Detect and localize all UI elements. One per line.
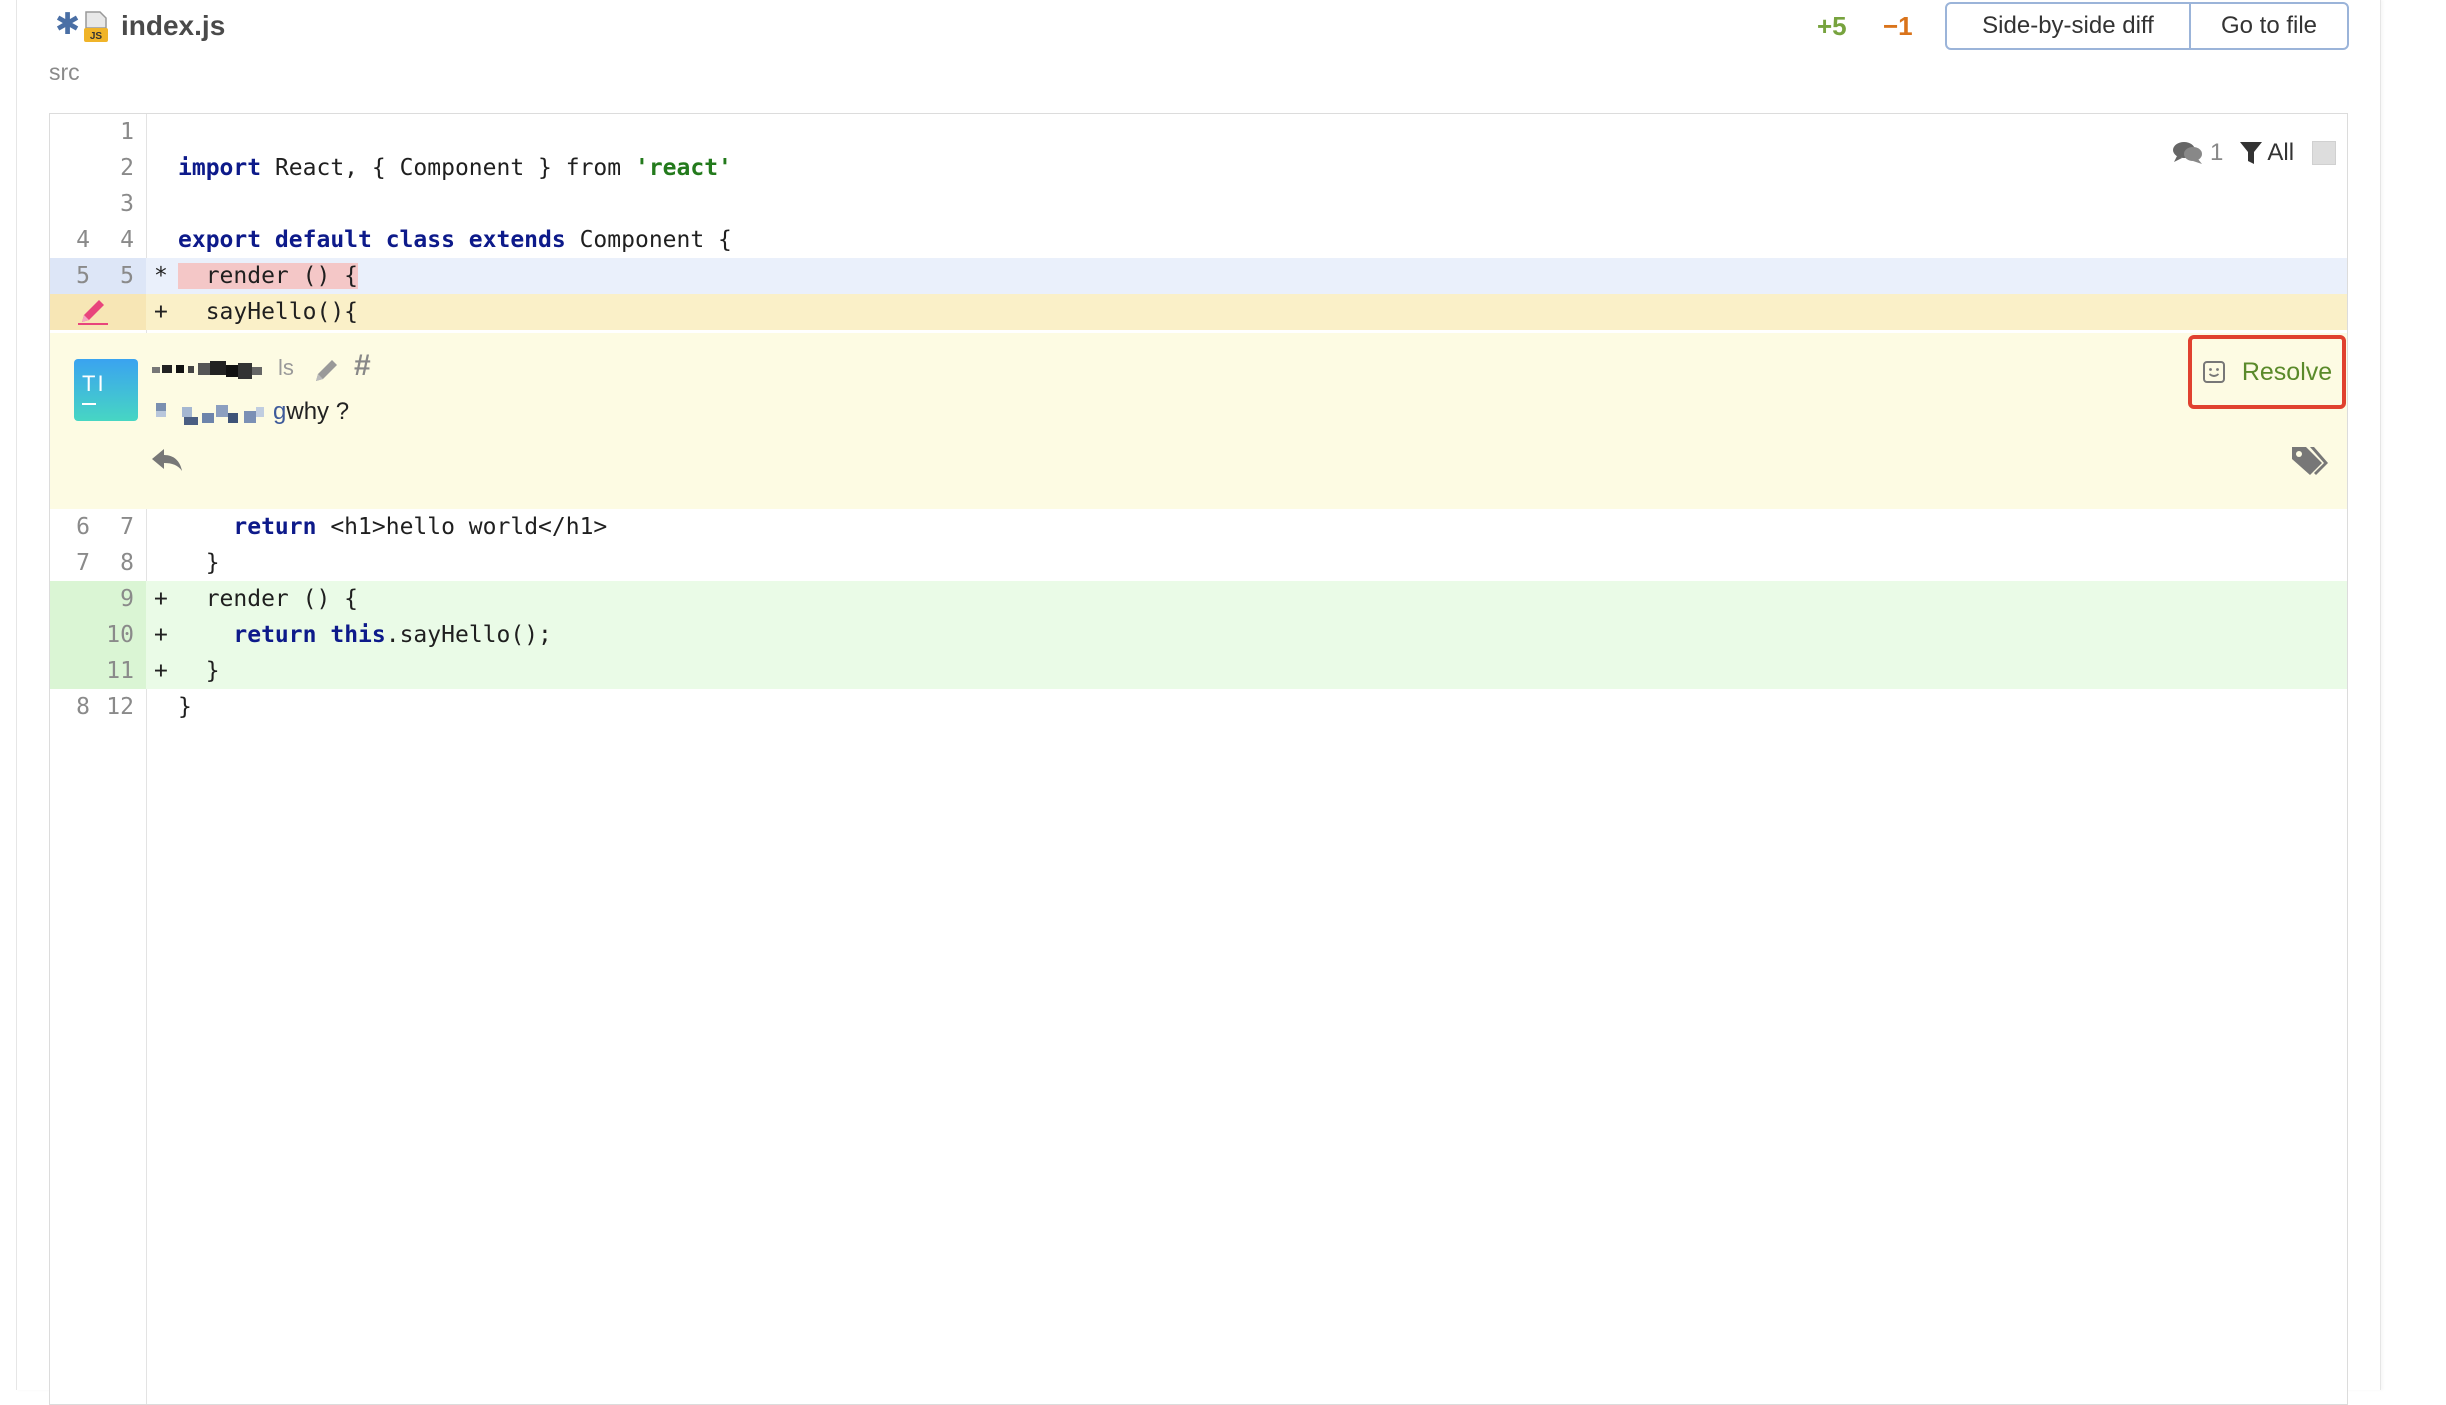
code-content: import React, { Component } from 'react' [178, 150, 732, 186]
new-line-number: 9 [120, 586, 134, 612]
code-content: return this.sayHello(); [178, 617, 552, 653]
new-line-number: 7 [120, 514, 134, 540]
pencil-icon[interactable] [78, 298, 110, 326]
diff-line: 3 [50, 186, 2347, 222]
permalink-hash-icon[interactable]: # [354, 349, 371, 383]
old-line-number: 7 [76, 550, 90, 576]
comment-text: why ? [286, 398, 350, 425]
diff-marker: + [154, 299, 168, 325]
diff-line-commented: + sayHello(){ [50, 294, 2347, 330]
diff-line: 4 4 export default class extends Compone… [50, 222, 2347, 258]
diff-line-added: 9 + render () { [50, 581, 2347, 617]
new-line-number: 12 [106, 694, 134, 720]
old-line-number: 8 [76, 694, 90, 720]
new-line-number: 11 [106, 658, 134, 684]
keyword: import [178, 155, 262, 181]
diff-line: 1 [50, 114, 2347, 150]
keyword: this [330, 622, 386, 648]
diff-line: 7 8 } [50, 545, 2347, 581]
deletions-count: −1 [1883, 11, 1913, 41]
diff-marker: * [154, 263, 168, 289]
new-line-number: 1 [120, 119, 134, 145]
svg-text:JS: JS [90, 31, 103, 42]
edit-pencil-icon[interactable] [312, 355, 342, 385]
diff-marker: + [154, 658, 168, 684]
file-diff-panel: ✱ JS index.js src +5 −1 Side-by-side dif… [16, 0, 2381, 1405]
code-text: Component { [565, 227, 732, 253]
author-name-redacted [152, 361, 262, 379]
code-content: render () { [178, 586, 359, 612]
diff-line-modified: 5 5 * render () { [50, 258, 2347, 294]
smiley-icon [2202, 361, 2225, 383]
diff-marker: + [154, 586, 168, 612]
new-line-number: 10 [106, 622, 134, 648]
new-line-number: 5 [94, 258, 134, 294]
code-text: .sayHello(); [385, 622, 552, 648]
new-line-number: 4 [120, 227, 134, 253]
new-line-number: 8 [120, 550, 134, 576]
additions-count: +5 [1817, 11, 1847, 41]
comment-body: g why ? [154, 395, 349, 429]
code-content: render () { [178, 258, 359, 294]
old-line-number: 5 [50, 258, 90, 294]
avatar[interactable]: TI [74, 359, 138, 421]
diff-view: 1 All 1 2 import React, { Component } fr… [49, 113, 2348, 1405]
tag-icon[interactable] [2290, 443, 2328, 477]
diff-line: 6 7 return <h1>hello world</h1> [50, 509, 2347, 545]
js-file-icon: JS [84, 11, 108, 42]
comment-thread: TI ls # g why ? Resolve [50, 333, 2347, 509]
view-button-group: Side-by-side diff Go to file [1945, 2, 2349, 50]
file-name[interactable]: index.js [121, 9, 225, 43]
keyword: return [233, 514, 317, 540]
diff-marker: + [154, 622, 168, 648]
diff-line: 2 import React, { Component } from 'reac… [50, 150, 2347, 186]
go-to-file-button[interactable]: Go to file [2191, 4, 2347, 48]
code-text: React, { Component } from [261, 155, 635, 181]
file-directory: src [49, 59, 80, 85]
side-by-side-diff-button[interactable]: Side-by-side diff [1947, 4, 2191, 48]
code-content: return <h1>hello world</h1> [178, 509, 607, 545]
deleted-highlight: render () { [178, 263, 359, 289]
diff-line-added: 11 + } [50, 653, 2347, 689]
file-header: ✱ JS index.js src +5 −1 Side-by-side dif… [17, 0, 2380, 100]
redacted-text [156, 403, 264, 425]
code-content: } [178, 694, 192, 720]
new-line-number: 2 [120, 155, 134, 181]
diff-line-added: 10 + return this.sayHello(); [50, 617, 2347, 653]
comment-time: ls [278, 355, 294, 380]
modified-asterisk-icon: ✱ [55, 8, 81, 41]
string-literal: 'react' [634, 155, 732, 181]
code-content: sayHello(){ [178, 299, 359, 325]
avatar-underline [82, 403, 96, 405]
comment-link-tail[interactable]: g [273, 398, 286, 426]
avatar-initials: TI [82, 371, 106, 396]
code-text: <h1>hello world</h1> [316, 514, 608, 540]
keyword: export default class extends [178, 227, 566, 253]
keyword: return [233, 622, 317, 648]
resolve-button[interactable]: Resolve [2188, 335, 2346, 409]
reply-icon[interactable] [150, 445, 184, 475]
code-content: export default class extends Component { [178, 222, 732, 258]
old-line-number: 4 [76, 227, 90, 253]
code-content: } [178, 658, 220, 684]
new-line-number: 3 [120, 191, 134, 217]
diff-line: 8 12 } [50, 689, 2347, 725]
resolve-label: Resolve [2241, 357, 2333, 386]
old-line-number: 6 [76, 514, 90, 540]
code-content: } [178, 550, 220, 576]
